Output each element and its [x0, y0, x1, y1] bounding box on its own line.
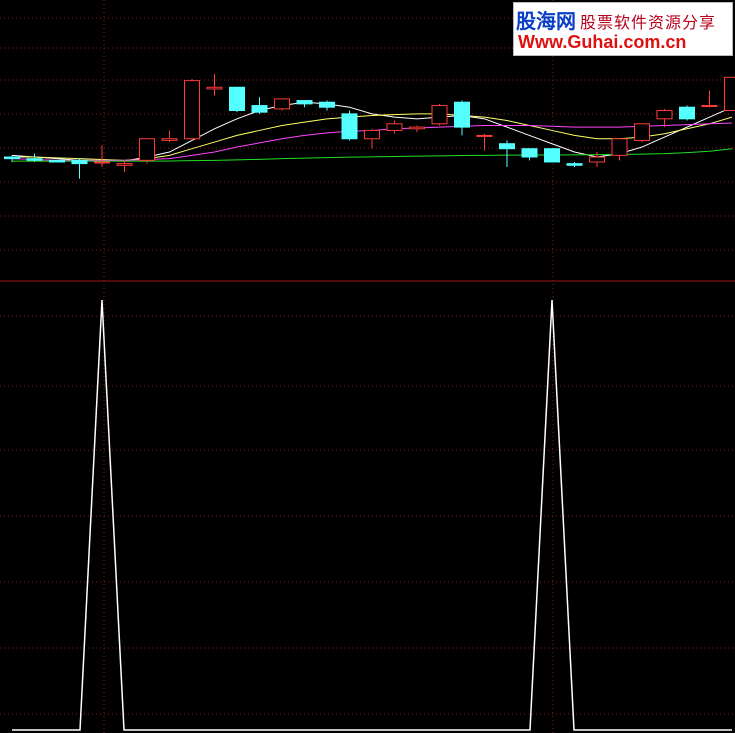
candle-up	[161, 130, 178, 143]
candle-body	[4, 156, 20, 160]
candle-body	[251, 105, 268, 113]
candle-down	[544, 148, 560, 163]
candle-body	[206, 86, 223, 90]
candle-up	[409, 125, 425, 133]
candle-body	[724, 76, 735, 112]
candle-body	[94, 161, 110, 164]
candle-up	[94, 145, 110, 167]
candle-body	[589, 156, 605, 163]
candle-body	[184, 80, 200, 140]
watermark-logo: 股海网 股票软件资源分享 Www.Guhai.com.cn	[513, 2, 733, 56]
candle-up	[364, 128, 380, 149]
candle-body	[364, 129, 380, 140]
candle-down	[251, 97, 268, 114]
candle-down	[566, 161, 583, 167]
candle-down	[319, 100, 335, 111]
candle-down	[341, 110, 358, 141]
candle-body	[476, 134, 493, 137]
candle-up	[431, 103, 448, 126]
candle-down	[49, 159, 65, 163]
candle-body	[229, 86, 245, 112]
candle-up	[611, 138, 628, 161]
candle-body	[679, 106, 695, 120]
candle-down	[521, 148, 538, 161]
candle-body	[521, 148, 538, 158]
candle-down	[679, 105, 695, 121]
candle-body	[274, 98, 290, 110]
candle-up	[476, 133, 493, 151]
candle-body	[701, 105, 718, 108]
candle-down	[71, 158, 88, 179]
candle-body	[656, 110, 673, 120]
candle-body	[296, 100, 313, 105]
candle-body	[71, 159, 88, 165]
candle-body	[409, 126, 425, 130]
candle-body	[319, 101, 335, 108]
candle-body	[341, 113, 358, 140]
indicator-panel	[12, 299, 732, 731]
candle-body	[431, 105, 448, 125]
watermark-slogan: 股票软件资源分享	[580, 13, 717, 32]
candle-body	[611, 138, 628, 156]
candle-body	[161, 138, 178, 141]
candle-up	[724, 76, 735, 112]
candle-body	[386, 123, 403, 131]
candle-up	[386, 120, 403, 134]
candle-body	[634, 123, 650, 141]
watermark-brand: 股海网	[516, 9, 576, 33]
candle-body	[544, 148, 560, 163]
watermark-url: Www.Guhai.com.cn	[518, 32, 687, 52]
candle-up	[139, 138, 155, 164]
candle-up	[656, 108, 673, 128]
candle-up	[274, 98, 290, 111]
stock-chart	[0, 0, 735, 733]
indicator-line	[12, 299, 732, 731]
candle-body	[454, 101, 470, 128]
candle-body	[26, 158, 43, 161]
candle-down	[454, 100, 470, 136]
candle-body	[139, 138, 155, 161]
candle-down	[296, 100, 313, 108]
candle-body	[116, 163, 133, 166]
candle-up	[206, 74, 223, 96]
chart-grid	[0, 0, 735, 733]
candle-down	[229, 86, 245, 113]
candle-body	[49, 159, 65, 163]
candle-up	[701, 90, 718, 108]
candle-body	[499, 143, 515, 150]
candle-up	[184, 78, 200, 141]
candle-body	[566, 163, 583, 166]
candle-down	[499, 140, 515, 167]
candlestick-series	[4, 74, 735, 179]
candle-up	[634, 123, 650, 143]
candle-up	[116, 160, 133, 172]
